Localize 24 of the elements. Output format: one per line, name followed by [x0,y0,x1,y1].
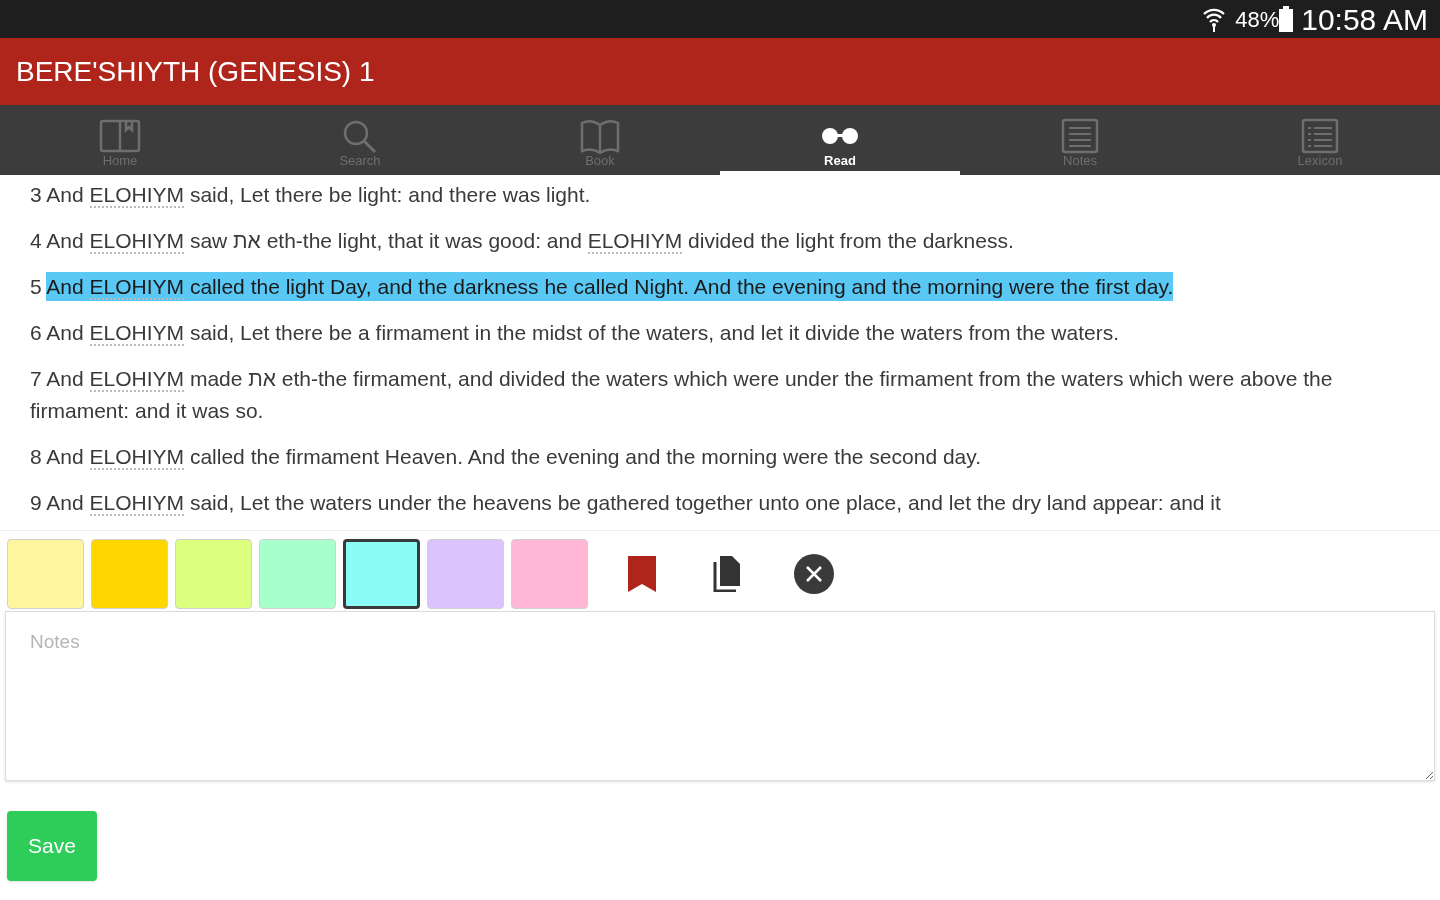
verse-text[interactable]: 3 And ELOHIYM said, Let there be light: and there was light. [30,179,1410,211]
verse-text[interactable]: 8 And ELOHIYM called the firmament Heaven. And the evening and the morning were the second day. [30,441,1410,473]
lexicon-link[interactable]: ELOHIYM [89,321,185,346]
close-icon[interactable] [794,554,834,594]
bookmark-icon[interactable] [626,554,658,594]
verse-text[interactable]: 6 And ELOHIYM said, Let there be a firmament in the midst of the waters, and let it divide the waters from the waters. [30,317,1410,349]
lexicon-link[interactable]: ELOHIYM [587,229,683,254]
lexicon-link[interactable]: ELOHIYM [89,275,185,300]
lexicon-link[interactable]: ELOHIYM [89,491,185,516]
battery-percentage: 48% [1235,5,1280,34]
chapter-title: BERE'SHIYTH (GENESIS) 1 [16,54,375,89]
notes-icon [1059,117,1101,154]
book-icon [579,117,621,154]
notes-field[interactable]: Notes [5,611,1435,781]
clock-time: 10:58 AM [1301,1,1428,38]
lexicon-link[interactable]: ELOHIYM [89,229,185,254]
verse-text[interactable]: 9 And ELOHIYM said, Let the waters under the heavens be gathered together unto one place, and let the dry land appear: and it [30,487,1410,519]
lexicon-icon [1299,117,1341,154]
lexicon-link[interactable]: ELOHIYM [89,367,185,392]
color-swatch[interactable] [343,539,420,609]
battery-icon [1279,6,1294,32]
nav-tab[interactable]: Read [720,105,960,175]
lexicon-link[interactable]: ELOHIYM [89,183,185,208]
lexicon-link[interactable]: ELOHIYM [89,445,185,470]
